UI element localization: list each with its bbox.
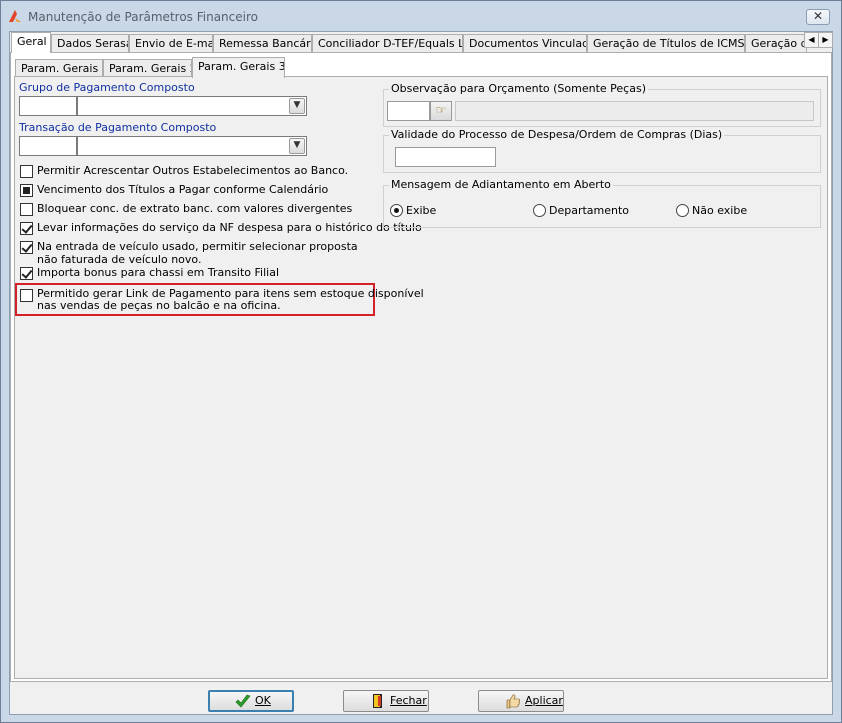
window-title: Manutenção de Parâmetros Financeiro [28,10,258,24]
radio-label: Não exibe [692,204,748,217]
thumbs-up-icon [506,694,520,709]
button-label: OK [255,694,271,707]
window: Manutenção de Parâmetros Financeiro ✕ Ge… [0,0,842,723]
tab-documentos-vinculados[interactable]: Documentos Vinculados [463,34,587,53]
mensagem-adiantamento-group: Mensagem de Adiantamento em Aberto Exibe… [383,178,821,228]
checkbox-label: Na entrada de veículo usado, permitir se… [37,240,358,253]
tab-geracao-titulos-icms[interactable]: Geração de Títulos de ICMS ST [587,34,745,53]
aplicar-button[interactable]: Aplicar [478,690,564,712]
fechar-button[interactable]: Fechar [343,690,429,712]
checkbox-label: Vencimento dos Títulos a Pagar conforme … [37,183,329,196]
checkbox-box[interactable] [20,165,33,178]
observacao-orcamento-group: Observação para Orçamento (Somente Peças… [383,82,821,127]
top-tab-strip: Geral Dados Serasa Envio de E-mail Remes… [10,32,833,53]
app-logo-icon [9,10,21,22]
group-title: Observação para Orçamento (Somente Peças… [389,82,648,95]
chevron-down-icon[interactable]: ▼ [289,98,305,114]
chevron-down-icon[interactable]: ▼ [289,138,305,154]
radio-button[interactable] [533,204,546,217]
tab-label: Geração de Títulos de ICMS ST [593,37,745,50]
group-title: Mensagem de Adiantamento em Aberto [389,178,613,191]
tab-scroll-right-icon[interactable]: ▶ [818,32,833,48]
close-icon: ✕ [812,9,824,23]
observacao-code-input[interactable] [387,101,430,121]
checkbox-box[interactable] [20,267,33,280]
radio-label: Exibe [406,204,437,217]
grupo-pagamento-label: Grupo de Pagamento Composto [19,81,195,94]
checkbox-label: Levar informações do serviço da NF despe… [37,221,422,234]
tab-remessa-bancaria[interactable]: Remessa Bancária [213,34,312,53]
validade-dias-input[interactable] [395,147,496,167]
checkbox-label-line2: não faturada de veículo novo. [37,253,202,266]
transacao-pagamento-code-input[interactable] [19,136,77,156]
client-area: Geral Dados Serasa Envio de E-mail Remes… [9,31,833,715]
tab-label: Geração de [751,37,806,50]
tab-scroll-left-icon[interactable]: ◀ [804,32,819,48]
checkbox-label: Bloquear conc. de extrato banc. com valo… [37,202,353,215]
checkbox-label: Importa bonus para chassi em Transito Fi… [37,266,280,279]
exit-door-icon [373,694,382,708]
checkmark-icon [235,694,251,708]
param-gerais-3-page: Grupo de Pagamento Composto ▼ Transação … [14,76,828,679]
checkbox-box[interactable] [20,184,33,197]
title-bar: Manutenção de Parâmetros Financeiro ✕ [1,1,841,31]
tab-label: Param. Gerais 1 [21,62,103,75]
radio-button[interactable] [676,204,689,217]
button-label: Aplicar [525,694,563,707]
tab-label: Remessa Bancária [219,37,312,50]
checkbox-box[interactable] [20,241,33,254]
button-bar: OK Fechar Aplicar [10,687,832,715]
checkbox-box[interactable] [20,289,33,302]
geral-tab-page: Param. Gerais 1 Param. Gerais 2 Param. G… [10,52,832,682]
tab-label: Conciliador D-TEF/Equals Lite [318,37,463,50]
checkbox-label-line2: nas vendas de peças no balcão e na ofici… [37,299,281,312]
radio-label: Departamento [549,204,630,217]
group-title: Validade do Processo de Despesa/Ordem de… [389,128,725,141]
button-label: Fechar [390,694,427,707]
tab-label: Documentos Vinculados [469,37,586,50]
ok-button[interactable]: OK [208,690,294,712]
hand-pointer-icon[interactable]: ☞ [430,101,452,121]
tab-label: Dados Serasa [57,37,129,50]
tab-dados-serasa[interactable]: Dados Serasa [51,34,129,53]
checkbox-box[interactable] [20,222,33,235]
checkbox-box[interactable] [20,203,33,216]
checkbox-label: Permitir Acrescentar Outros Estabelecime… [37,164,349,177]
tab-param-gerais-3[interactable]: Param. Gerais 3 [192,57,285,78]
tab-envio-email[interactable]: Envio de E-mail [129,34,213,53]
tab-label: Envio de E-mail [135,37,213,50]
observacao-description-field [455,101,814,121]
transacao-pagamento-select[interactable]: ▼ [77,136,307,156]
tab-label: Geral [17,35,47,48]
tab-label: Param. Gerais 2 [109,62,192,75]
tab-conciliador[interactable]: Conciliador D-TEF/Equals Lite [312,34,463,53]
radio-button[interactable] [390,204,403,217]
grupo-pagamento-combo: ▼ [19,96,307,116]
tab-label: Param. Gerais 3 [198,60,285,73]
grupo-pagamento-select[interactable]: ▼ [77,96,307,116]
tab-geracao-de[interactable]: Geração de [745,34,807,53]
inner-tab-strip: Param. Gerais 1 Param. Gerais 2 Param. G… [15,57,829,78]
transacao-pagamento-label: Transação de Pagamento Composto [19,121,217,134]
validade-processo-group: Validade do Processo de Despesa/Ordem de… [383,128,821,173]
tab-geral[interactable]: Geral [11,32,51,53]
grupo-pagamento-code-input[interactable] [19,96,77,116]
transacao-pagamento-combo: ▼ [19,136,307,156]
close-button[interactable]: ✕ [806,9,830,25]
